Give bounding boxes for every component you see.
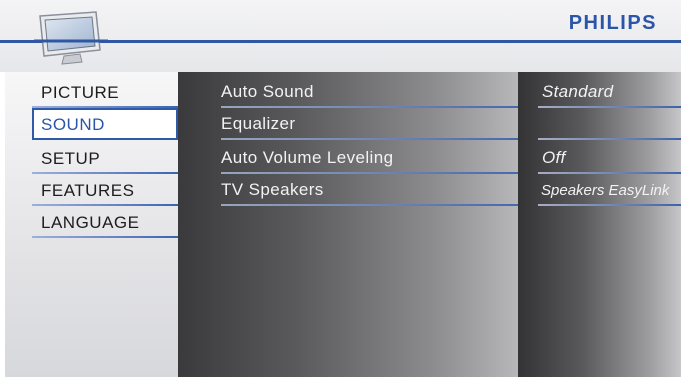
- menu-item-label: LANGUAGE: [41, 213, 140, 232]
- value-divider: [538, 138, 681, 140]
- menu-divider: [32, 236, 178, 238]
- menu-item-picture[interactable]: PICTURE: [32, 76, 178, 108]
- submenu-item-auto-sound[interactable]: Auto Sound: [221, 76, 518, 108]
- brand-logo: PHILIPS: [568, 12, 657, 34]
- submenu-divider: [221, 204, 518, 206]
- submenu-panel: Auto Sound Equalizer Auto Volume Levelin…: [178, 72, 518, 377]
- value-label: Off: [542, 148, 566, 167]
- value-equalizer[interactable]: [518, 108, 681, 140]
- menu-item-label: SOUND: [41, 115, 105, 134]
- submenu-item-label: Auto Volume Leveling: [221, 148, 394, 167]
- menu-item-setup[interactable]: SETUP: [32, 142, 178, 174]
- value-tv-speakers[interactable]: Speakers EasyLink: [518, 174, 681, 206]
- value-panel: Standard Off Speakers EasyLink: [518, 72, 681, 377]
- submenu-item-equalizer[interactable]: Equalizer: [221, 108, 518, 140]
- value-label: Standard: [542, 82, 614, 101]
- menu-item-features[interactable]: FEATURES: [32, 174, 178, 206]
- tv-icon: [34, 11, 108, 65]
- value-auto-volume-leveling[interactable]: Off: [518, 142, 681, 174]
- menu-item-label: PICTURE: [41, 83, 120, 102]
- submenu-item-auto-volume-leveling[interactable]: Auto Volume Leveling: [221, 142, 518, 174]
- menu-item-label: FEATURES: [41, 181, 135, 200]
- value-label: Speakers EasyLink: [541, 182, 670, 199]
- main-menu: PICTURE SOUND SETUP FEATURES LANGUAGE: [5, 72, 178, 377]
- value-divider: [538, 204, 681, 206]
- menu-item-label: SETUP: [41, 149, 101, 168]
- submenu-item-label: Equalizer: [221, 114, 296, 133]
- submenu-item-label: Auto Sound: [221, 82, 314, 101]
- submenu-item-label: TV Speakers: [221, 180, 324, 199]
- header-bar: PHILIPS: [0, 0, 681, 72]
- menu-item-sound[interactable]: SOUND: [32, 108, 178, 140]
- menu-item-language[interactable]: LANGUAGE: [32, 206, 178, 238]
- value-auto-sound[interactable]: Standard: [518, 76, 681, 108]
- submenu-item-tv-speakers[interactable]: TV Speakers: [221, 174, 518, 206]
- submenu-divider: [221, 138, 518, 140]
